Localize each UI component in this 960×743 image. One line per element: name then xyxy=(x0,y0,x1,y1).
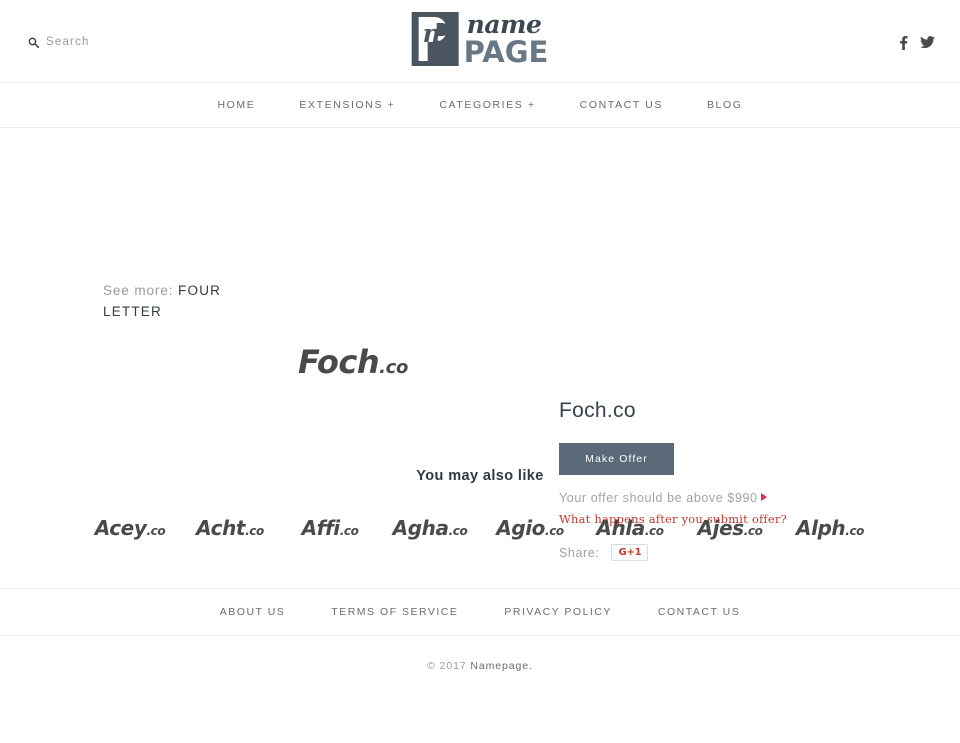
also-like-item-name: Agio xyxy=(496,516,546,540)
site-logo[interactable]: n name PAGE xyxy=(411,10,549,70)
nav-item-blog[interactable]: BLOG xyxy=(685,99,765,111)
also-like-item-tld: .co xyxy=(339,524,359,538)
copyright-year: © 2017 xyxy=(427,660,467,672)
also-like-item-tld: .co xyxy=(644,524,664,538)
also-like-item[interactable]: Affi.co xyxy=(280,516,380,540)
also-like-item-name: Acey xyxy=(94,516,147,540)
also-like-item-name: Affi xyxy=(301,516,341,540)
also-like-item-name: Alph xyxy=(795,516,846,540)
domain-title: Foch.co xyxy=(559,399,636,422)
footer-link-privacy-policy[interactable]: PRIVACY POLICY xyxy=(481,606,635,618)
main-content: See more: FOUR LETTER Foch.co Foch.co Ma… xyxy=(0,128,960,588)
nav-item-categories[interactable]: CATEGORIES + xyxy=(417,99,557,111)
search-trigger[interactable]: Search xyxy=(28,36,90,48)
footer-link-about-us[interactable]: ABOUT US xyxy=(197,606,308,618)
also-like-item-name: Agha xyxy=(392,516,449,540)
also-like-item[interactable]: Alph.co xyxy=(780,516,880,540)
nav-item-contact-us[interactable]: CONTACT US xyxy=(558,99,685,111)
nav-item-extensions[interactable]: EXTENSIONS + xyxy=(277,99,417,111)
also-like-item[interactable]: Acey.co xyxy=(80,516,180,540)
share-row: Share: G+1 xyxy=(559,544,849,561)
domain-wordmark-tld: .co xyxy=(379,357,409,378)
facebook-icon[interactable] xyxy=(899,35,908,50)
also-like-list: Acey.co Acht.co Affi.co Agha.co Agio.co … xyxy=(0,516,960,540)
logo-script-n: n xyxy=(422,19,441,48)
see-more-prefix: See more: xyxy=(103,283,174,298)
domain-wordmark: Foch.co xyxy=(298,346,408,378)
share-label: Share: xyxy=(559,545,600,560)
also-like-item-tld: .co xyxy=(146,524,166,538)
also-like-item-tld: .co xyxy=(545,524,564,538)
search-icon xyxy=(28,37,39,48)
also-like-section: You may also like Acey.co Acht.co Affi.c… xyxy=(0,468,960,540)
also-like-item[interactable]: Ajes.co xyxy=(680,516,780,540)
logo-name-word: name xyxy=(466,10,542,39)
also-like-item-tld: .co xyxy=(245,524,264,538)
also-like-item-name: Ajes xyxy=(697,516,745,540)
footer-navigation: ABOUT US TERMS OF SERVICE PRIVACY POLICY… xyxy=(0,588,960,636)
twitter-icon[interactable] xyxy=(920,36,935,49)
domain-wordmark-name: Foch xyxy=(298,343,380,381)
also-like-item[interactable]: Acht.co xyxy=(180,516,280,540)
also-like-item-tld: .co xyxy=(743,524,763,538)
logo-mark-icon: n xyxy=(411,12,459,66)
see-more-breadcrumb: See more: FOUR LETTER xyxy=(103,280,273,322)
also-like-item-tld: .co xyxy=(448,524,468,538)
also-like-item-name: Acht xyxy=(196,516,246,540)
also-like-item[interactable]: Ahla.co xyxy=(580,516,680,540)
footer-link-terms-of-service[interactable]: TERMS OF SERVICE xyxy=(308,606,481,618)
search-label: Search xyxy=(46,36,90,48)
copyright-notice: © 2017 Namepage. xyxy=(0,636,960,672)
nav-item-home[interactable]: HOME xyxy=(195,99,277,111)
google-plus-one-button[interactable]: G+1 xyxy=(611,544,649,561)
also-like-title: You may also like xyxy=(416,468,544,484)
also-like-item-name: Ahla xyxy=(596,516,645,540)
footer-link-contact-us[interactable]: CONTACT US xyxy=(635,606,763,618)
copyright-site-name: Namepage. xyxy=(470,660,533,672)
also-like-item-tld: .co xyxy=(845,524,864,538)
also-like-item[interactable]: Agio.co xyxy=(480,516,580,540)
site-header: Search n name PAGE xyxy=(0,0,960,83)
main-navigation: HOME EXTENSIONS + CATEGORIES + CONTACT U… xyxy=(0,83,960,128)
logo-page-word: PAGE xyxy=(463,35,549,69)
social-links xyxy=(899,35,935,50)
also-like-item[interactable]: Agha.co xyxy=(380,516,480,540)
